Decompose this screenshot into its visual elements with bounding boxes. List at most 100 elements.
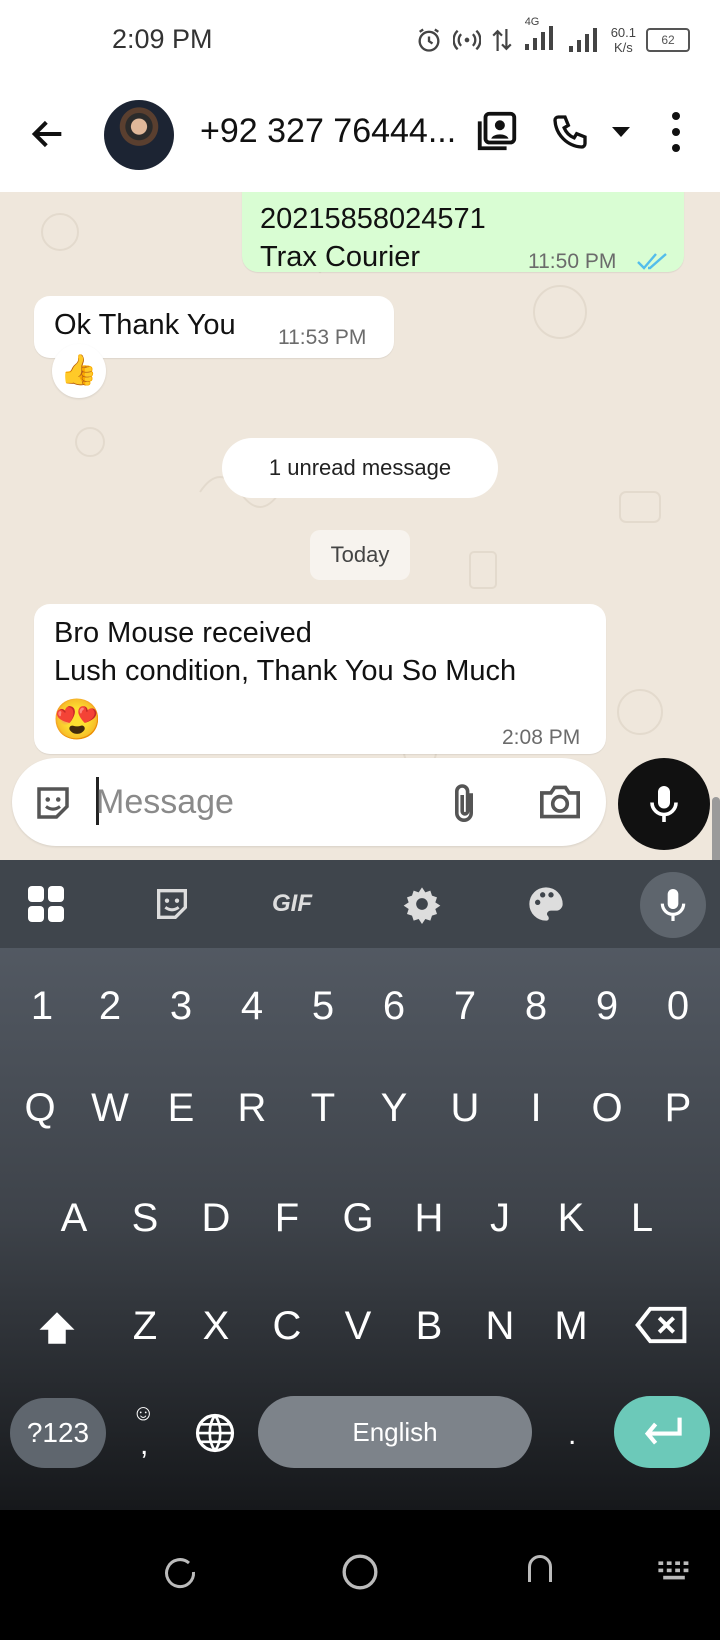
- shift-icon[interactable]: [36, 1308, 78, 1348]
- key-x[interactable]: X: [180, 1304, 252, 1349]
- key-s[interactable]: S: [109, 1196, 181, 1241]
- key-6[interactable]: 6: [358, 984, 430, 1029]
- key-3[interactable]: 3: [145, 984, 217, 1029]
- unread-divider: 1 unread message: [222, 438, 498, 498]
- key-a[interactable]: A: [38, 1196, 110, 1241]
- alarm-icon: [418, 28, 440, 52]
- scrollbar[interactable]: [712, 797, 720, 860]
- speed-value: 60.1: [610, 25, 636, 40]
- space-key[interactable]: English: [258, 1396, 532, 1468]
- period-key[interactable]: .: [568, 1418, 576, 1452]
- message-time: 2:08 PM: [502, 726, 581, 749]
- reaction-badge[interactable]: 👍: [52, 344, 106, 398]
- key-f[interactable]: F: [251, 1196, 323, 1241]
- sticker-icon[interactable]: [152, 884, 192, 924]
- emoji: 😍: [52, 698, 102, 742]
- key-1[interactable]: 1: [6, 984, 78, 1029]
- read-ticks-icon: [637, 253, 667, 270]
- key-u[interactable]: U: [429, 1086, 501, 1131]
- key-b[interactable]: B: [393, 1304, 465, 1349]
- key-8[interactable]: 8: [500, 984, 572, 1029]
- key-c[interactable]: C: [251, 1304, 323, 1349]
- message-text: Lush condition, Thank You So Much: [54, 655, 517, 687]
- key-k[interactable]: K: [535, 1196, 607, 1241]
- recents-icon[interactable]: [162, 1554, 198, 1590]
- key-t[interactable]: T: [287, 1086, 359, 1131]
- keyboard-switch-icon[interactable]: [656, 1558, 692, 1584]
- battery-icon: 62: [646, 28, 690, 52]
- apps-grid-icon[interactable]: [26, 884, 66, 924]
- key-2[interactable]: 2: [74, 984, 146, 1029]
- speed-unit: K/s: [613, 40, 633, 55]
- key-i[interactable]: I: [500, 1086, 572, 1131]
- phone-icon[interactable]: [550, 112, 590, 152]
- battery-level: 62: [661, 33, 675, 47]
- key-e[interactable]: E: [145, 1086, 217, 1131]
- avatar[interactable]: [104, 100, 174, 170]
- key-g[interactable]: G: [322, 1196, 394, 1241]
- dropdown-icon[interactable]: [610, 124, 632, 140]
- home-icon[interactable]: [340, 1552, 380, 1592]
- backspace-icon[interactable]: [634, 1304, 688, 1346]
- keyboard-toolbar: GIF: [0, 860, 720, 948]
- key-9[interactable]: 9: [571, 984, 643, 1029]
- symbols-key[interactable]: ?123: [10, 1398, 106, 1468]
- message-text: 20215858024571: [260, 203, 486, 235]
- network-speed: 60.1 K/s: [611, 25, 636, 55]
- key-y[interactable]: Y: [358, 1086, 430, 1131]
- camera-icon[interactable]: [538, 782, 582, 822]
- key-d[interactable]: D: [180, 1196, 252, 1241]
- key-o[interactable]: O: [571, 1086, 643, 1131]
- key-m[interactable]: M: [535, 1304, 607, 1349]
- globe-icon[interactable]: [194, 1412, 236, 1454]
- message-bubble-incoming[interactable]: Bro Mouse received Lush condition, Thank…: [34, 604, 606, 754]
- sticker-icon[interactable]: [32, 782, 74, 824]
- voice-record-button[interactable]: [618, 758, 710, 850]
- signal-icon: [524, 25, 553, 50]
- message-time: 11:50 PM: [528, 250, 617, 273]
- message-text: Trax Courier: [260, 241, 421, 273]
- key-0[interactable]: 0: [642, 984, 714, 1029]
- message-bubble-outgoing[interactable]: 20215858024571 Trax Courier 11:50 PM: [242, 192, 684, 273]
- key-5[interactable]: 5: [287, 984, 359, 1029]
- network-type: 4G: [524, 15, 540, 28]
- signal-group-1: 4G: [523, 16, 557, 57]
- key-l[interactable]: L: [606, 1196, 678, 1241]
- message-input[interactable]: Message: [96, 783, 234, 822]
- contact-card-icon[interactable]: [474, 108, 520, 154]
- mic-icon: [660, 889, 686, 921]
- emoji-key-icon[interactable]: ☺: [132, 1400, 154, 1426]
- message-text: Bro Mouse received: [54, 617, 312, 649]
- key-p[interactable]: P: [642, 1086, 714, 1131]
- key-7[interactable]: 7: [429, 984, 501, 1029]
- settings-icon[interactable]: [402, 884, 442, 924]
- key-v[interactable]: V: [322, 1304, 394, 1349]
- signal-icon-2: [568, 28, 597, 52]
- more-vert-icon[interactable]: [664, 110, 688, 154]
- hotspot-icon: [452, 29, 481, 51]
- message-time: 11:53 PM: [278, 326, 367, 349]
- key-q[interactable]: Q: [4, 1086, 76, 1131]
- key-4[interactable]: 4: [216, 984, 288, 1029]
- message-text: Ok Thank You: [54, 309, 236, 341]
- attach-icon[interactable]: [446, 782, 482, 826]
- voice-typing-button[interactable]: [640, 872, 706, 938]
- status-time: 2:09 PM: [112, 24, 213, 54]
- back-arrow-icon[interactable]: [28, 114, 68, 154]
- status-icons: 4G 60.1 K/s 62: [415, 16, 690, 62]
- palette-icon[interactable]: [526, 884, 566, 924]
- enter-key[interactable]: [614, 1396, 710, 1468]
- back-icon[interactable]: [522, 1552, 558, 1588]
- key-z[interactable]: Z: [109, 1304, 181, 1349]
- mic-icon: [650, 786, 678, 822]
- key-j[interactable]: J: [464, 1196, 536, 1241]
- status-bar: 2:09 PM 4G 60.1 K/s 62: [0, 0, 720, 82]
- comma-key[interactable]: ,: [140, 1428, 148, 1462]
- key-r[interactable]: R: [216, 1086, 288, 1131]
- key-w[interactable]: W: [74, 1086, 146, 1131]
- key-h[interactable]: H: [393, 1196, 465, 1241]
- navigation-bar: [0, 1510, 720, 1640]
- contact-name[interactable]: +92 327 76444...: [200, 112, 456, 151]
- gif-icon[interactable]: GIF: [272, 890, 312, 918]
- key-n[interactable]: N: [464, 1304, 536, 1349]
